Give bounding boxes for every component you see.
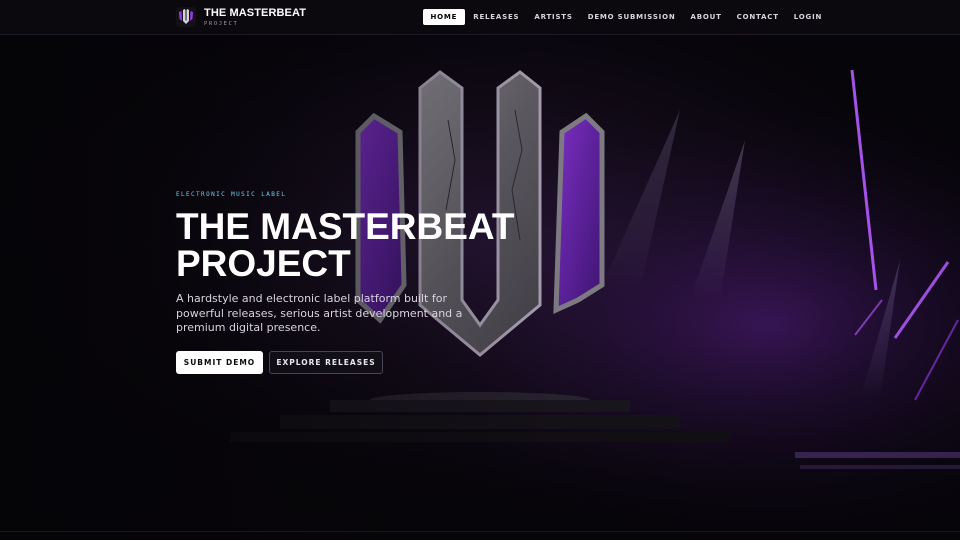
nav-demo-submission[interactable]: DEMO SUBMISSION [580, 9, 683, 25]
top-navbar: THE MASTERBEAT PROJECT HOME RELEASES ART… [0, 0, 960, 35]
brand-subtitle: PROJECT [204, 20, 239, 27]
hero-title: THE MASTERBEAT PROJECT [176, 208, 514, 282]
main-menu: HOME RELEASES ARTISTS DEMO SUBMISSION AB… [423, 9, 830, 25]
submit-demo-button[interactable]: SUBMIT DEMO [176, 351, 263, 374]
hero-tagline: A hardstyle and electronic label platfor… [176, 292, 463, 334]
nav-home[interactable]: HOME [423, 9, 465, 25]
hero-title-line-1: THE MASTERBEAT [176, 206, 515, 247]
brand-logo-link[interactable]: THE MASTERBEAT PROJECT [176, 7, 306, 27]
nav-artists[interactable]: ARTISTS [527, 9, 580, 25]
hero-eyebrow: ELECTRONIC MUSIC LABEL [176, 191, 287, 198]
nav-contact[interactable]: CONTACT [729, 9, 786, 25]
explore-releases-button[interactable]: EXPLORE RELEASES [269, 351, 383, 374]
hero-title-line-2: PROJECT [176, 243, 351, 284]
nav-releases[interactable]: RELEASES [466, 9, 527, 25]
nav-login[interactable]: LOGIN [786, 9, 829, 25]
masterbeat-logo-icon [176, 7, 196, 27]
brand-title: THE MASTERBEAT [204, 6, 307, 19]
section-divider [0, 531, 960, 532]
nav-about[interactable]: ABOUT [683, 9, 729, 25]
